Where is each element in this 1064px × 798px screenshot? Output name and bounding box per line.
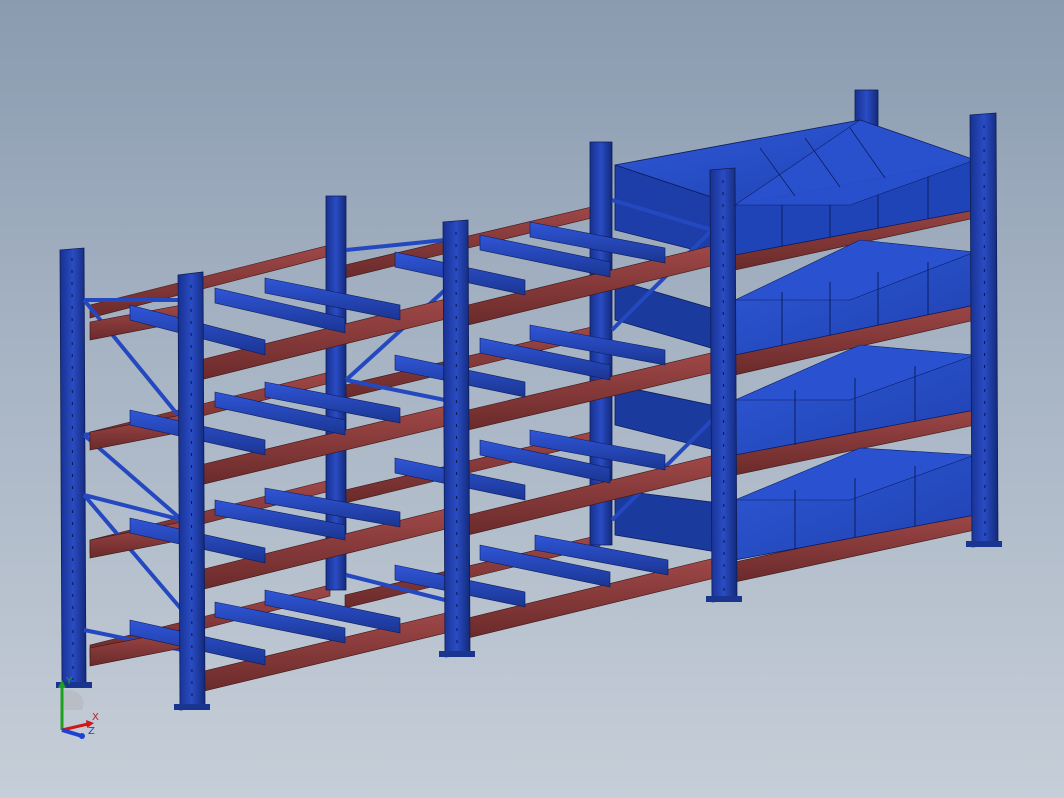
coordinate-triad: Y X Z <box>48 676 108 740</box>
y-axis-label: Y <box>66 676 73 687</box>
x-axis-label: X <box>92 712 99 723</box>
rack-3d-model <box>56 89 1002 711</box>
z-axis-arrow <box>61 728 83 738</box>
z-axis-label: Z <box>88 726 95 737</box>
cad-viewport[interactable]: Y X Z <box>0 0 1064 798</box>
